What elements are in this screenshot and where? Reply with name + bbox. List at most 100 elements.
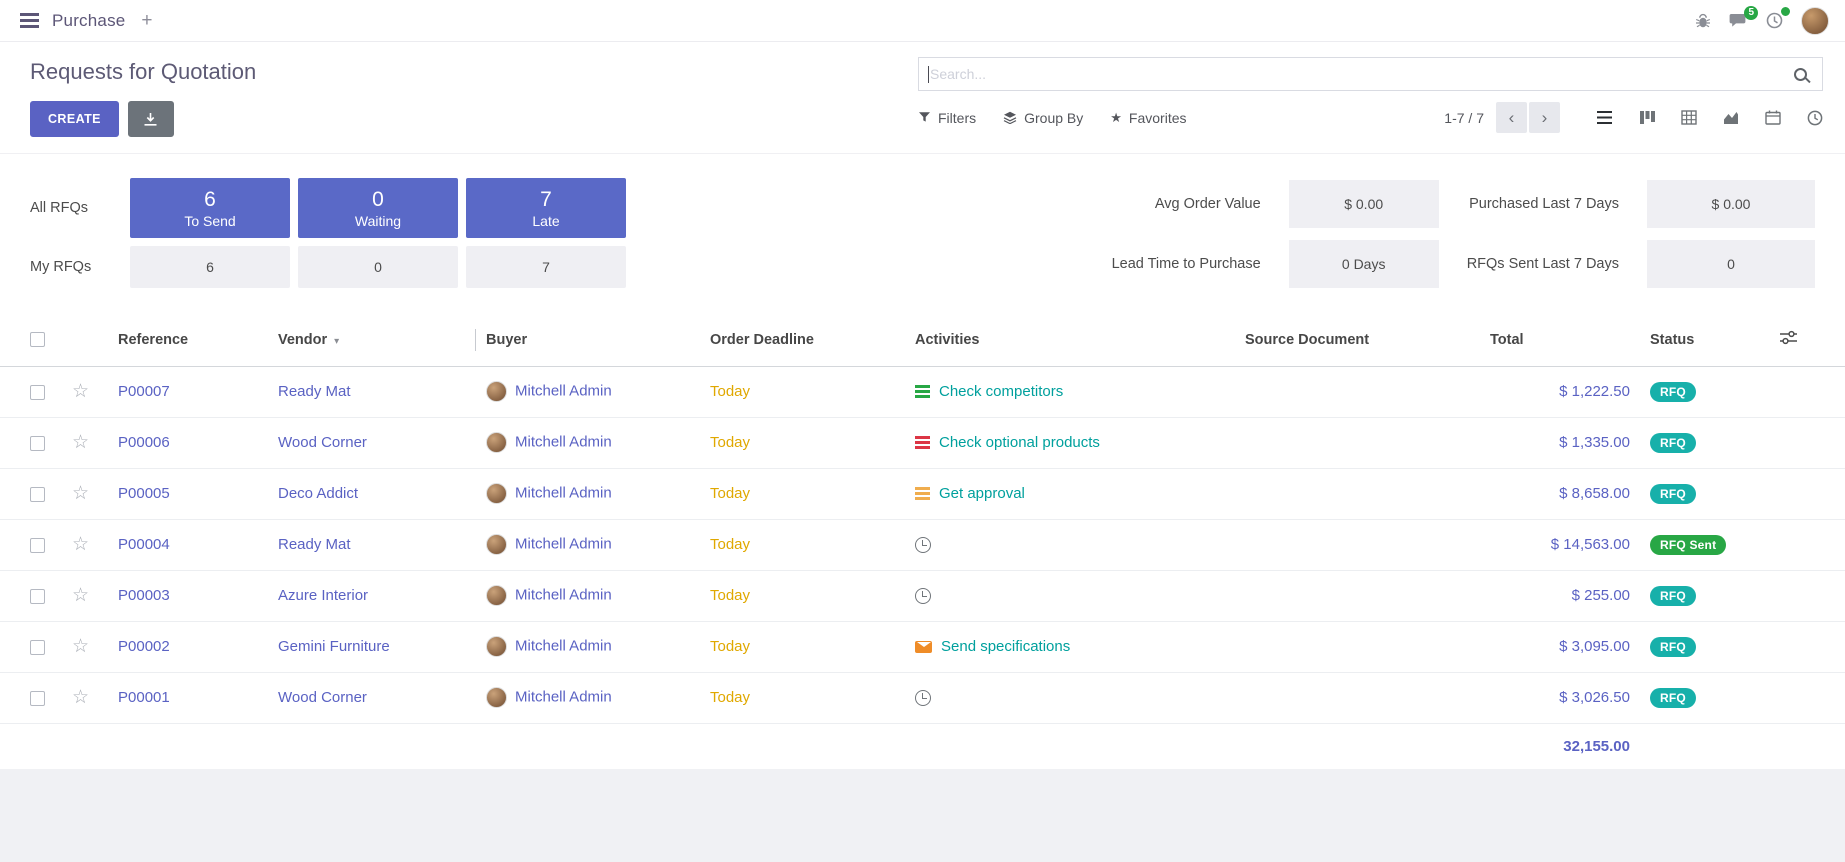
pivot-view-button[interactable] [1681, 110, 1697, 125]
activity-icon[interactable] [915, 537, 931, 553]
reference-link[interactable]: P00003 [118, 587, 170, 604]
table-row[interactable]: ☆ P00001 Wood Corner Mitchell Admin Toda… [0, 672, 1845, 723]
my-to-send-value[interactable]: 6 [130, 246, 290, 288]
activity-label[interactable]: Get approval [939, 485, 1025, 502]
avg-order-value: $ 0.00 [1289, 180, 1439, 228]
activity-icon[interactable] [915, 641, 932, 653]
activity-label[interactable]: Check competitors [939, 383, 1063, 400]
select-all-checkbox[interactable] [30, 332, 45, 347]
group-by-button[interactable]: Group By [1003, 110, 1083, 126]
tile-waiting[interactable]: 0 Waiting [298, 178, 458, 238]
favorites-button[interactable]: ★ Favorites [1110, 110, 1186, 126]
tile-to-send[interactable]: 6 To Send [130, 178, 290, 238]
user-avatar[interactable] [1801, 7, 1829, 35]
graph-view-button[interactable] [1723, 110, 1739, 125]
buyer-link[interactable]: Mitchell Admin [515, 382, 612, 399]
vendor-link[interactable]: Azure Interior [278, 587, 368, 604]
activity-icon[interactable] [915, 436, 930, 449]
vendor-link[interactable]: Deco Addict [278, 485, 358, 502]
pager-previous-button[interactable]: ‹ [1496, 102, 1527, 133]
search-icon[interactable] [1794, 68, 1807, 81]
column-buyer[interactable]: Buyer [476, 314, 700, 366]
vendor-link[interactable]: Ready Mat [278, 536, 351, 553]
dashboard-view-button[interactable] [1807, 110, 1823, 126]
apps-menu-icon[interactable] [20, 13, 39, 28]
activity-icon[interactable] [915, 487, 930, 500]
buyer-link[interactable]: Mitchell Admin [515, 637, 612, 654]
activity-icon[interactable] [915, 588, 931, 604]
activity-icon[interactable] [915, 385, 930, 398]
table-row[interactable]: ☆ P00007 Ready Mat Mitchell Admin Today … [0, 366, 1845, 417]
total-amount: $ 3,095.00 [1559, 638, 1630, 655]
favorite-star-icon[interactable]: ☆ [72, 687, 89, 708]
buyer-link[interactable]: Mitchell Admin [515, 535, 612, 552]
create-button[interactable]: CREATE [30, 101, 119, 137]
activity-label[interactable]: Send specifications [941, 638, 1070, 655]
status-badge: RFQ [1650, 484, 1696, 504]
messages-icon[interactable]: 5 [1729, 13, 1748, 29]
vendor-link[interactable]: Wood Corner [278, 689, 367, 706]
kanban-view-button[interactable] [1639, 110, 1655, 125]
table-row[interactable]: ☆ P00003 Azure Interior Mitchell Admin T… [0, 570, 1845, 621]
reference-link[interactable]: P00004 [118, 536, 170, 553]
my-late-value[interactable]: 7 [466, 246, 626, 288]
vendor-link[interactable]: Wood Corner [278, 434, 367, 451]
column-activities[interactable]: Activities [905, 314, 1235, 366]
column-total[interactable]: Total [1480, 314, 1640, 366]
pager-next-button[interactable]: › [1529, 102, 1560, 133]
new-tab-button[interactable]: + [141, 11, 152, 30]
row-checkbox[interactable] [30, 436, 45, 451]
buyer-link[interactable]: Mitchell Admin [515, 586, 612, 603]
activity-icon[interactable] [915, 690, 931, 706]
column-status[interactable]: Status [1640, 314, 1770, 366]
reference-link[interactable]: P00002 [118, 638, 170, 655]
row-checkbox[interactable] [30, 538, 45, 553]
source-document-value [1235, 417, 1480, 468]
table-row[interactable]: ☆ P00005 Deco Addict Mitchell Admin Toda… [0, 468, 1845, 519]
reference-link[interactable]: P00005 [118, 485, 170, 502]
column-order-deadline[interactable]: Order Deadline [700, 314, 905, 366]
row-checkbox[interactable] [30, 589, 45, 604]
calendar-view-button[interactable] [1765, 110, 1781, 125]
app-name[interactable]: Purchase [52, 11, 125, 31]
favorite-star-icon[interactable]: ☆ [72, 483, 89, 504]
column-vendor[interactable]: Vendor▾ [268, 314, 476, 366]
reference-link[interactable]: P00007 [118, 383, 170, 400]
filters-button[interactable]: Filters [918, 110, 976, 126]
my-waiting-value[interactable]: 0 [298, 246, 458, 288]
order-deadline-value: Today [710, 536, 750, 553]
search-bar[interactable] [918, 57, 1823, 91]
favorite-star-icon[interactable]: ☆ [72, 636, 89, 657]
tile-late[interactable]: 7 Late [466, 178, 626, 238]
buyer-link[interactable]: Mitchell Admin [515, 688, 612, 705]
buyer-link[interactable]: Mitchell Admin [515, 433, 612, 450]
optional-columns-icon[interactable] [1780, 330, 1797, 345]
row-checkbox[interactable] [30, 691, 45, 706]
vendor-link[interactable]: Ready Mat [278, 383, 351, 400]
activities-clock-icon[interactable] [1766, 12, 1783, 29]
table-row[interactable]: ☆ P00002 Gemini Furniture Mitchell Admin… [0, 621, 1845, 672]
column-source-document[interactable]: Source Document [1235, 314, 1480, 366]
row-checkbox[interactable] [30, 385, 45, 400]
search-input[interactable] [930, 66, 1794, 82]
export-button[interactable] [128, 101, 174, 137]
favorite-star-icon[interactable]: ☆ [72, 585, 89, 606]
row-checkbox[interactable] [30, 640, 45, 655]
reference-link[interactable]: P00006 [118, 434, 170, 451]
group-by-label: Group By [1024, 110, 1083, 126]
row-checkbox[interactable] [30, 487, 45, 502]
debug-bug-icon[interactable] [1695, 13, 1711, 29]
reference-link[interactable]: P00001 [118, 689, 170, 706]
table-row[interactable]: ☆ P00006 Wood Corner Mitchell Admin Toda… [0, 417, 1845, 468]
source-document-value [1235, 366, 1480, 417]
favorite-star-icon[interactable]: ☆ [72, 381, 89, 402]
vendor-link[interactable]: Gemini Furniture [278, 638, 390, 655]
column-reference[interactable]: Reference [108, 314, 268, 366]
favorite-star-icon[interactable]: ☆ [72, 534, 89, 555]
list-view-button[interactable] [1596, 110, 1613, 125]
buyer-link[interactable]: Mitchell Admin [515, 484, 612, 501]
favorite-star-icon[interactable]: ☆ [72, 432, 89, 453]
activity-label[interactable]: Check optional products [939, 434, 1100, 451]
table-row[interactable]: ☆ P00004 Ready Mat Mitchell Admin Today … [0, 519, 1845, 570]
status-badge: RFQ [1650, 688, 1696, 708]
